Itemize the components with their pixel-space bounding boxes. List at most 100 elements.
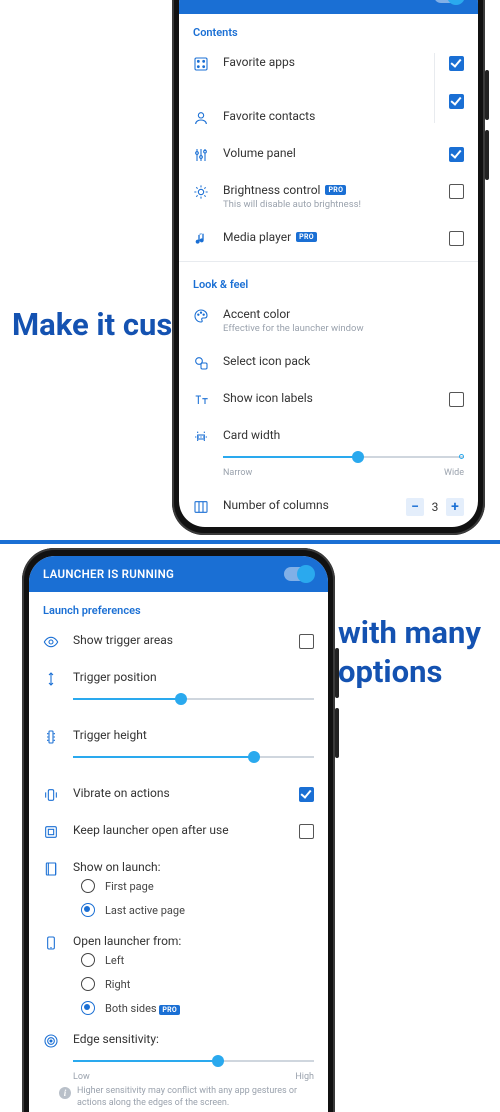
header-title: LAUNCHER IS RUNNING: [193, 0, 324, 3]
row-separator: [434, 53, 435, 123]
person-icon: [193, 110, 209, 126]
radio[interactable]: [81, 1001, 95, 1015]
label: Media playerPRO: [223, 230, 435, 244]
divider: [179, 261, 478, 262]
radio[interactable]: [81, 977, 95, 991]
stepper-columns: − 3 +: [406, 498, 464, 516]
row-brightness[interactable]: Brightness controlPRO This will disable …: [179, 173, 478, 220]
label: Number of columns: [223, 498, 392, 512]
row-media-player[interactable]: Media playerPRO: [179, 220, 478, 257]
icon-pack-icon: [193, 355, 209, 371]
row-accent-color[interactable]: Accent color Effective for the launcher …: [179, 297, 478, 344]
header-title: LAUNCHER IS RUNNING: [43, 567, 174, 581]
phone-frame-bottom: LAUNCHER IS RUNNING Launch preferences S…: [22, 548, 335, 1112]
checkbox-brightness[interactable]: [449, 184, 464, 199]
music-note-icon: [193, 231, 209, 247]
slider-trigger-height[interactable]: [73, 748, 314, 766]
screen-bottom: LAUNCHER IS RUNNING Launch preferences S…: [29, 556, 328, 1112]
keep-open-icon: [43, 824, 59, 840]
stepper-plus[interactable]: +: [446, 498, 464, 516]
phone-side-button: [485, 130, 489, 180]
row-open-from: Open launcher from: Left Right Both side…: [29, 924, 328, 1022]
checkbox-trigger-areas[interactable]: [299, 634, 314, 649]
row-card-width: Card width NarrowWide: [179, 418, 478, 488]
sublabel: Effective for the launcher window: [223, 323, 464, 334]
section-launch-prefs: Launch preferences: [29, 592, 328, 623]
running-toggle[interactable]: [284, 567, 314, 581]
brightness-icon: [193, 184, 209, 200]
label: Keep launcher open after use: [73, 823, 285, 837]
phone-icon: [43, 935, 59, 951]
radio[interactable]: [81, 879, 95, 893]
eye-icon: [43, 634, 59, 650]
position-icon: [43, 671, 59, 687]
row-show-on-launch: Show on launch: First page Last active p…: [29, 850, 328, 924]
phone-side-button: [335, 648, 339, 698]
sliders-icon: [193, 147, 209, 163]
header-bar: LAUNCHER IS RUNNING: [179, 0, 478, 14]
label: Show on launch:: [73, 860, 314, 874]
pro-badge: PRO: [296, 232, 317, 242]
target-icon: [43, 1033, 59, 1049]
radio[interactable]: [81, 953, 95, 967]
row-show-trigger-areas[interactable]: Show trigger areas: [29, 623, 328, 660]
checkbox-favorite-apps[interactable]: [449, 56, 464, 71]
slider-card-width[interactable]: [223, 448, 464, 466]
checkbox-volume-panel[interactable]: [449, 147, 464, 162]
option-left[interactable]: Left: [73, 948, 314, 972]
checkbox-keep-open[interactable]: [299, 824, 314, 839]
page-icon: [43, 861, 59, 877]
row-volume-panel[interactable]: Volume panel: [179, 136, 478, 173]
height-icon: [43, 729, 59, 745]
row-icon-labels[interactable]: Show icon labels: [179, 381, 478, 418]
stepper-minus[interactable]: −: [406, 498, 424, 516]
label: Select icon pack: [223, 354, 464, 368]
label: Trigger height: [73, 728, 314, 742]
checkbox-media-player[interactable]: [449, 231, 464, 246]
pro-badge: PRO: [159, 1005, 180, 1015]
label: Open launcher from:: [73, 934, 314, 948]
row-icon-pack[interactable]: Select icon pack: [179, 344, 478, 381]
header-bar: LAUNCHER IS RUNNING: [29, 556, 328, 592]
sublabel: This will disable auto brightness!: [223, 199, 435, 210]
checkbox-favorite-contacts[interactable]: [449, 94, 464, 109]
row-keep-open[interactable]: Keep launcher open after use: [29, 813, 328, 850]
option-last-active[interactable]: Last active page: [73, 898, 314, 922]
option-both-sides[interactable]: Both sides PRO: [73, 996, 314, 1020]
section-look-feel: Look & feel: [179, 266, 478, 297]
label: Volume panel: [223, 146, 435, 160]
checkbox-vibrate[interactable]: [299, 787, 314, 802]
label: Show icon labels: [223, 391, 435, 405]
row-trigger-position: Trigger position: [29, 660, 328, 718]
row-num-columns: Number of columns − 3 +: [179, 488, 478, 526]
running-toggle[interactable]: [434, 0, 464, 3]
label: Accent color: [223, 307, 464, 321]
slider-edge-sensitivity[interactable]: [73, 1052, 314, 1070]
option-right[interactable]: Right: [73, 972, 314, 996]
row-vibrate[interactable]: Vibrate on actions: [29, 776, 328, 813]
label: Trigger position: [73, 670, 314, 684]
slider-trigger-position[interactable]: [73, 690, 314, 708]
label: Show trigger areas: [73, 633, 285, 647]
label: Vibrate on actions: [73, 786, 285, 800]
radio[interactable]: [81, 903, 95, 917]
stepper-value: 3: [430, 500, 440, 514]
layout-divider: [0, 540, 500, 544]
phone-side-button: [485, 70, 489, 120]
slider-max: High: [295, 1072, 314, 1082]
hint-sensitivity: i Higher sensitivity may conflict with a…: [29, 1082, 328, 1112]
checkbox-icon-labels[interactable]: [449, 392, 464, 407]
width-icon: [193, 429, 209, 445]
slider-min: Low: [73, 1072, 90, 1082]
slider-max: Wide: [444, 468, 464, 478]
row-edge-sensitivity: Edge sensitivity: Low High: [29, 1022, 328, 1082]
caption-bottom: with many options: [338, 614, 500, 692]
option-first-page[interactable]: First page: [73, 874, 314, 898]
slider-min: Narrow: [223, 468, 252, 478]
phone-side-button: [335, 708, 339, 758]
pro-badge: PRO: [325, 185, 346, 195]
text-icon: [193, 392, 209, 408]
label: Edge sensitivity:: [73, 1032, 314, 1046]
section-contents: Contents: [179, 14, 478, 45]
phone-frame-top: LAUNCHER IS RUNNING Contents Favorite ap…: [172, 0, 485, 535]
